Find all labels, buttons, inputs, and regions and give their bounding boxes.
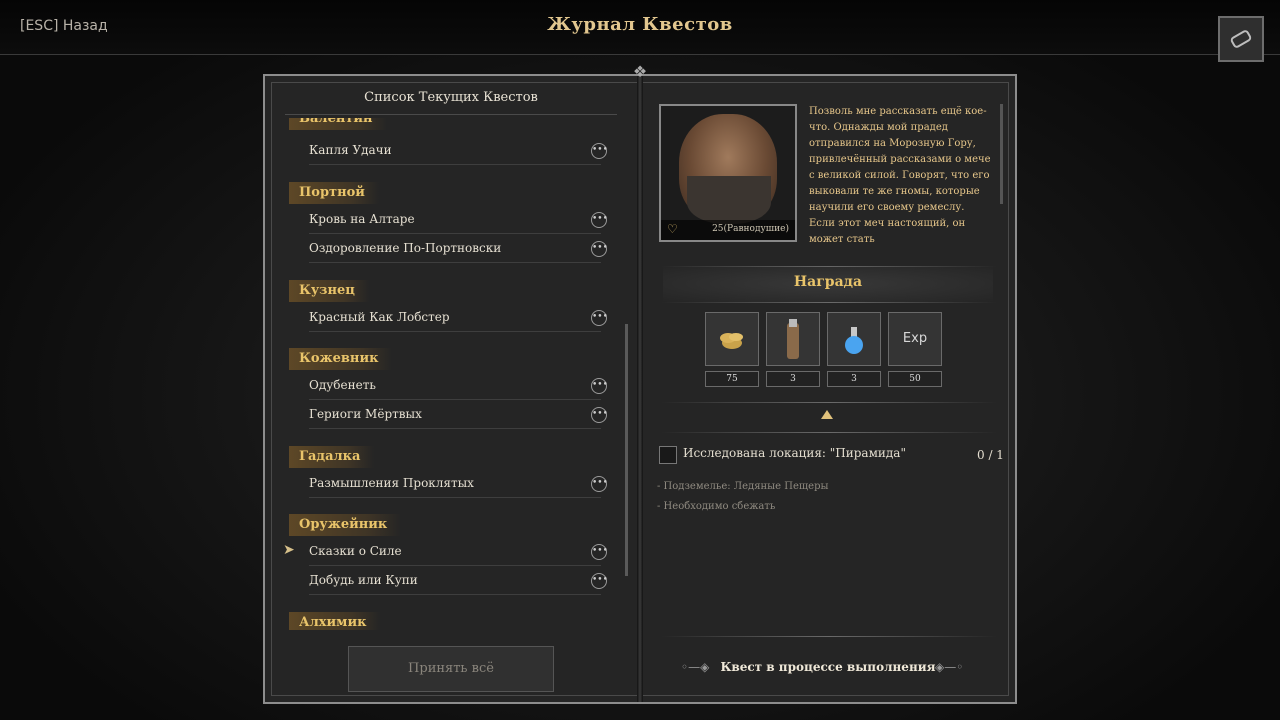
quest-item[interactable]: Гериоги Мёртвых ••• [309, 404, 608, 429]
category-header: Портной [289, 182, 379, 204]
divider [661, 302, 997, 303]
scroll-item-icon [787, 319, 799, 359]
category-header: Кожевник [289, 348, 393, 370]
reward-slot-gold[interactable] [705, 312, 759, 366]
reward-value: 75 [705, 371, 759, 387]
objective-checkbox [659, 446, 677, 464]
npc-portrait: ♡ 25(Равнодушие) [659, 104, 797, 242]
accept-all-button[interactable]: Принять всё [348, 646, 554, 692]
top-bar: [ESC] Назад Журнал Квестов [0, 0, 1280, 55]
category-header: Алхимик [289, 612, 381, 630]
quest-name: Капля Удачи [309, 143, 392, 157]
reward-value: 3 [766, 371, 820, 387]
quest-name: Сказки о Силе [309, 544, 402, 558]
category-header: Валентин [289, 118, 387, 130]
quest-list: Валентин Капля Удачи ••• Портной Кровь н… [275, 118, 615, 630]
quest-item[interactable]: Одубенеть ••• [309, 375, 608, 400]
title-divider [285, 114, 617, 115]
category-header: Гадалка [289, 446, 375, 468]
relation-value: 25(Равнодушие) [712, 224, 789, 234]
quest-description: Позволь мне рассказать ещё кое-что. Одна… [809, 106, 991, 244]
category-header: Кузнец [289, 280, 369, 302]
quest-name: Гериоги Мёртвых [309, 407, 422, 421]
page-title: Журнал Квестов [547, 14, 733, 35]
more-icon[interactable]: ••• [591, 544, 608, 560]
quest-item[interactable]: Кровь на Алтаре ••• [309, 209, 608, 234]
more-icon[interactable]: ••• [591, 241, 608, 257]
heart-icon: ♡ [667, 222, 678, 236]
quest-details: ♡ 25(Равнодушие) Позволь мне рассказать … [643, 76, 1013, 702]
quest-name: Кровь на Алтаре [309, 212, 415, 226]
reward-slot-potion[interactable] [827, 312, 881, 366]
objective-progress: 0 / 1 [977, 448, 1004, 462]
map-button[interactable] [1218, 16, 1264, 62]
more-icon[interactable]: ••• [591, 310, 608, 326]
blue-potion-icon [845, 327, 863, 354]
relation-bar: ♡ 25(Равнодушие) [661, 220, 795, 240]
more-icon[interactable]: ••• [591, 378, 608, 394]
quest-item[interactable]: Оздоровление По-Портновски ••• [309, 238, 608, 263]
reward-value: 50 [888, 371, 942, 387]
npc-beard [687, 176, 771, 224]
reward-slot-exp[interactable]: Exp [888, 312, 942, 366]
quest-name: Красный Как Лобстер [309, 310, 450, 324]
category-header: Оружейник [289, 514, 402, 536]
quest-item-selected[interactable]: Сказки о Силе ••• [309, 541, 608, 566]
exp-icon: Exp [902, 331, 928, 346]
divider [661, 402, 997, 403]
reward-title: Награда [793, 274, 863, 290]
quest-item[interactable]: Капля Удачи ••• [309, 140, 608, 165]
divider [661, 432, 997, 433]
scroll-map-icon [1230, 30, 1252, 48]
quest-item[interactable]: Размышления Проклятых ••• [309, 473, 608, 498]
quest-name: Добудь или Купи [309, 573, 418, 587]
quest-list-title: Список Текущих Квестов [364, 90, 538, 105]
quest-list-scrollbar[interactable] [625, 324, 628, 576]
objective-note: - Подземелье: Ледяные Пещеры [657, 481, 829, 492]
quest-journal-book: ❖ Список Текущих Квестов Валентин Капля … [263, 62, 1017, 704]
more-icon[interactable]: ••• [591, 143, 608, 159]
quest-name: Размышления Проклятых [309, 476, 474, 490]
description-scrollbar[interactable] [1000, 104, 1003, 204]
ornament-right-icon: ◈—◦ [935, 660, 964, 674]
quest-name: Оздоровление По-Портновски [309, 241, 502, 255]
collapse-arrow-icon[interactable] [821, 410, 833, 419]
objective-note: - Необходимо сбежать [657, 501, 776, 512]
more-icon[interactable]: ••• [591, 476, 608, 492]
reward-value: 3 [827, 371, 881, 387]
reward-slot-scroll[interactable] [766, 312, 820, 366]
more-icon[interactable]: ••• [591, 407, 608, 423]
divider [661, 636, 997, 637]
more-icon[interactable]: ••• [591, 573, 608, 589]
gold-coins-icon [720, 333, 743, 349]
quest-item[interactable]: Добудь или Купи ••• [309, 570, 608, 595]
selected-arrow-icon: ➤ [283, 542, 295, 558]
quest-name: Одубенеть [309, 378, 376, 392]
more-icon[interactable]: ••• [591, 212, 608, 228]
objective-text: Исследована локация: "Пирамида" [683, 446, 906, 460]
quest-item[interactable]: Красный Как Лобстер ••• [309, 307, 608, 332]
